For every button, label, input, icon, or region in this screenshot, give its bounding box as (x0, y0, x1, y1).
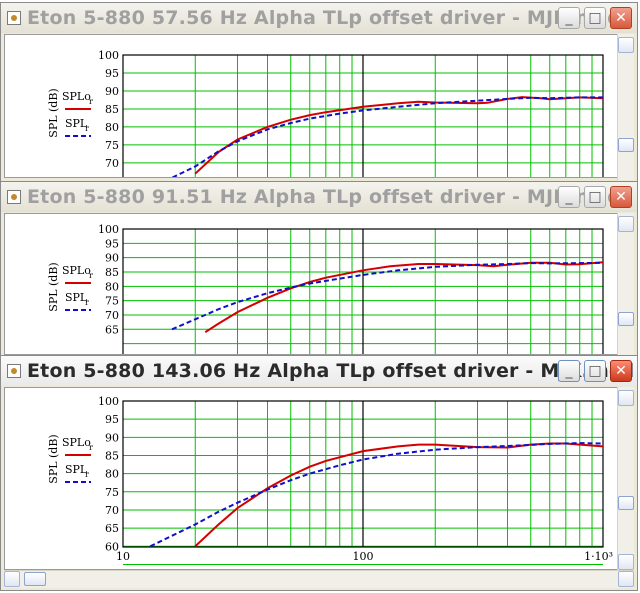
maximize-button[interactable]: □ (584, 186, 606, 208)
title-bar[interactable]: Eton 5-880 91.51 Hz Alpha TLp offset dri… (1, 182, 637, 212)
scroll-thumb[interactable] (618, 138, 634, 152)
window-143hz[interactable]: Eton 5-880 143.06 Hz Alpha TLp offset dr… (0, 355, 638, 591)
legend-subscript: r (85, 470, 89, 479)
scroll-thumb[interactable] (618, 312, 634, 326)
y-tick-label: 90 (105, 431, 119, 444)
window-title: Eton 5-880 143.06 Hz Alpha TLp offset dr… (27, 360, 635, 382)
legend-subscript: r (85, 298, 89, 307)
document-area[interactable]: 10095908580757065SPL (dB)SPLorSPLr (4, 213, 634, 355)
scroll-down-button[interactable] (618, 554, 634, 570)
mathcad-app-icon[interactable] (7, 11, 21, 25)
horizontal-scrollbar[interactable] (4, 570, 634, 588)
legend-subscript: r (89, 271, 93, 280)
y-axis-label: SPL (dB) (47, 262, 60, 311)
y-tick-label: 75 (105, 139, 119, 152)
scroll-up-button[interactable] (618, 390, 634, 406)
window-57hz[interactable]: Eton 5-880 57.56 Hz Alpha TLp offset dri… (0, 2, 638, 182)
vertical-scrollbar[interactable] (617, 213, 634, 357)
x-tick-label: 10 (116, 550, 130, 563)
window-title: Eton 5-880 57.56 Hz Alpha TLp offset dri… (27, 7, 621, 29)
mathcad-app-icon[interactable] (7, 190, 21, 204)
minimize-button[interactable]: _ (558, 7, 580, 29)
y-tick-label: 85 (105, 449, 119, 462)
y-tick-label: 100 (98, 49, 119, 62)
document-area[interactable]: 10095908580757065SPL (dB)SPLorSPLr (4, 34, 634, 178)
legend-subscript: r (85, 124, 89, 133)
scroll-up-button[interactable] (618, 216, 634, 232)
horizontal-scroll-thumb[interactable] (24, 572, 46, 586)
y-tick-label: 65 (105, 175, 119, 178)
x-tick-label: 1·10³ (584, 550, 613, 563)
y-tick-label: 95 (105, 237, 119, 250)
x-tick-label: 100 (353, 550, 374, 563)
y-tick-label: 85 (105, 103, 119, 116)
minimize-button[interactable]: _ (558, 186, 580, 208)
y-tick-label: 75 (105, 295, 119, 308)
y-tick-label: 75 (105, 486, 119, 499)
y-tick-label: 95 (105, 413, 119, 426)
y-tick-label: 70 (105, 504, 119, 517)
y-tick-label: 70 (105, 309, 119, 322)
y-tick-label: 65 (105, 522, 119, 535)
y-tick-label: 90 (105, 85, 119, 98)
close-button[interactable]: ✕ (610, 186, 632, 208)
maximize-button[interactable]: □ (584, 7, 606, 29)
mathcad-app-icon[interactable] (7, 364, 21, 378)
scroll-up-button[interactable] (618, 37, 634, 53)
y-axis-label: SPL (dB) (47, 434, 60, 483)
y-tick-label: 80 (105, 468, 119, 481)
legend-label-spl-o: SPLo (62, 264, 91, 277)
spl-chart: 10095908580757065SPL (dB)SPLorSPLr (47, 49, 604, 178)
title-bar[interactable]: Eton 5-880 57.56 Hz Alpha TLp offset dri… (1, 3, 637, 33)
legend-subscript: r (89, 443, 93, 452)
legend-label-spl-o: SPLo (62, 436, 91, 449)
y-tick-label: 95 (105, 67, 119, 80)
minimize-button[interactable]: _ (558, 360, 580, 382)
y-tick-label: 70 (105, 157, 119, 170)
y-tick-label: 85 (105, 266, 119, 279)
vertical-scrollbar[interactable] (617, 387, 634, 570)
maximize-button[interactable]: □ (584, 360, 606, 382)
y-tick-label: 100 (98, 395, 119, 408)
title-bar[interactable]: Eton 5-880 143.06 Hz Alpha TLp offset dr… (1, 356, 637, 386)
y-tick-label: 90 (105, 252, 119, 265)
close-button[interactable]: ✕ (610, 7, 632, 29)
window-91hz[interactable]: Eton 5-880 91.51 Hz Alpha TLp offset dri… (0, 181, 638, 359)
y-tick-label: 65 (105, 323, 119, 336)
spl-chart: 100959085807570656010 100 1·10³SPL (dB) SPL… (47, 395, 613, 565)
document-area[interactable]: 100 95 90 85 80 75 70 65 60 10 100 1·10³ SPL (dB) SPL… (4, 387, 634, 570)
spl-chart: 10095908580757065SPL (dB)SPLorSPLr (47, 223, 604, 354)
legend-subscript: r (89, 97, 93, 106)
close-button[interactable]: ✕ (610, 360, 632, 382)
vertical-scrollbar[interactable] (617, 34, 634, 180)
legend-label-spl-o: SPLo (62, 90, 91, 103)
y-tick-label: 80 (105, 280, 119, 293)
scroll-left-button[interactable] (4, 571, 20, 587)
window-title: Eton 5-880 91.51 Hz Alpha TLp offset dri… (27, 186, 621, 208)
y-tick-label: 80 (105, 121, 119, 134)
scroll-right-button[interactable] (618, 571, 634, 587)
y-tick-label: 100 (98, 223, 119, 236)
scroll-thumb[interactable] (618, 496, 634, 510)
y-axis-label: SPL (dB) (47, 88, 60, 137)
